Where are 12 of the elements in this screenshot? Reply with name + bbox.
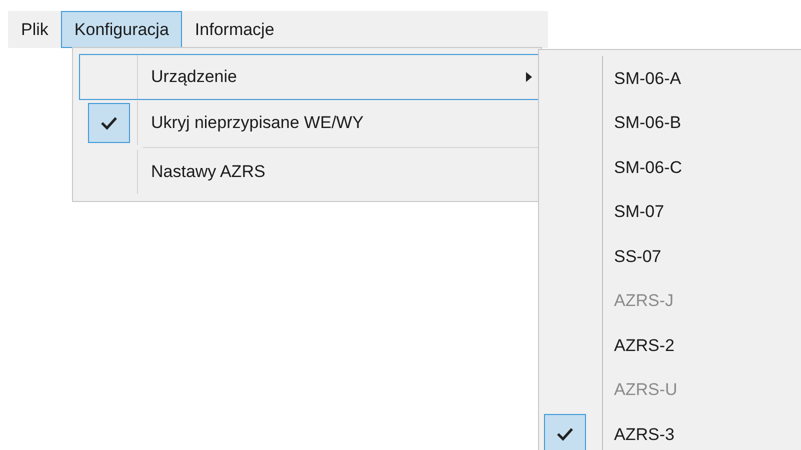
submenu-item[interactable]: AZRS-3 [539, 412, 801, 450]
menu-bar-item[interactable]: Konfiguracja [61, 11, 182, 48]
submenu-item[interactable]: SM-06-A [539, 56, 801, 100]
submenu-item[interactable]: SM-06-C [539, 145, 801, 190]
menu-bar-item[interactable]: Plik [8, 11, 62, 48]
submenu-arrow-icon [526, 72, 532, 82]
submenu-item[interactable]: SM-06-B [539, 100, 801, 145]
menu-bar-item[interactable]: Informacje [182, 11, 288, 48]
submenu-item[interactable]: SS-07 [539, 234, 801, 278]
submenu-item[interactable]: SM-07 [539, 190, 801, 234]
menu-item[interactable]: Ukryj nieprzypisane WE/WY [79, 100, 541, 146]
submenu-item[interactable]: AZRS-2 [539, 323, 801, 368]
